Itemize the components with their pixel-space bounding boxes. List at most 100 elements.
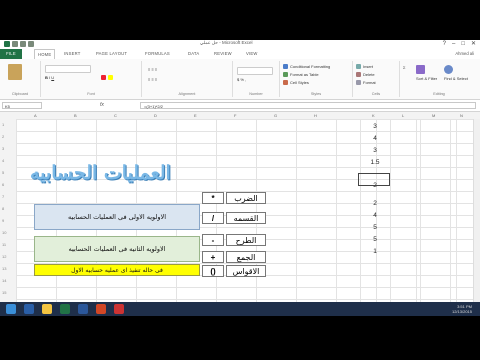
column-header[interactable]: A [34, 113, 37, 118]
row-header[interactable]: 15 [2, 290, 6, 295]
operator-symbol[interactable]: / [202, 212, 224, 224]
redo-icon[interactable] [28, 41, 34, 47]
cell-styles-button[interactable]: Cell Styles [283, 80, 309, 86]
row-header[interactable]: 12 [2, 254, 6, 259]
styles-label: Styles [310, 92, 322, 96]
column-header[interactable]: K [372, 113, 375, 118]
priority-two-description[interactable]: الاولويه الثانيه فى العمليات الحسابيه [34, 236, 200, 262]
tab-view[interactable]: VIEW [246, 51, 258, 56]
number-cell[interactable]: 1 [360, 246, 390, 258]
conditional-formatting-button[interactable]: Conditional Formatting [283, 64, 330, 70]
autosum-icon[interactable]: Σ [403, 65, 405, 70]
column-header[interactable]: F [234, 113, 236, 118]
cells-group: Insert Delete Format Cells [353, 61, 400, 97]
format-button[interactable]: Format [356, 80, 376, 86]
row-header[interactable]: 10 [2, 230, 6, 235]
word-taskbar-icon[interactable] [78, 304, 88, 314]
sort-filter-label: Sort & Filter [416, 76, 438, 81]
tab-formulas[interactable]: FORMULAS [145, 51, 170, 56]
align-icons-2[interactable]: ≡ ≡ ≡ [148, 77, 157, 82]
delete-button[interactable]: Delete [356, 72, 375, 78]
powerpoint-taskbar-icon[interactable] [96, 304, 106, 314]
formula-input[interactable]: =(3+1)*2/2 [140, 102, 476, 109]
column-header[interactable]: M [432, 113, 435, 118]
active-cell-border [358, 173, 390, 186]
column-header[interactable]: C [114, 113, 117, 118]
fx-icon[interactable]: fx [100, 102, 104, 108]
row-header[interactable]: 8 [2, 206, 4, 211]
formula-bar: K5 fx =(3+1)*2/2 [0, 100, 480, 112]
user-name[interactable]: Ahmed ali [455, 51, 474, 56]
name-box[interactable]: K5 [2, 102, 42, 109]
number-cell[interactable]: 3 [360, 121, 390, 133]
row-header[interactable]: 14 [2, 278, 6, 283]
undo-icon[interactable] [20, 41, 26, 47]
bold-button[interactable]: B I U [45, 75, 54, 80]
operator-symbol[interactable]: * [202, 192, 224, 204]
number-cell[interactable]: 2 [360, 198, 390, 210]
row-header[interactable]: 1 [2, 122, 4, 127]
paste-button[interactable] [8, 64, 24, 80]
operator-symbol[interactable]: - [202, 234, 224, 246]
number-cell[interactable]: 4 [360, 210, 390, 222]
tab-insert[interactable]: INSERT [64, 51, 80, 56]
ie-icon[interactable] [24, 304, 34, 314]
close-icon[interactable]: ✕ [471, 41, 476, 47]
tab-file[interactable]: FILE [0, 49, 22, 59]
taskbar-clock[interactable]: 3:51 PM 12/13/2015 [452, 304, 472, 314]
row-header[interactable]: 7 [2, 194, 4, 199]
row-header[interactable]: 6 [2, 182, 4, 187]
maximize-icon[interactable]: □ [461, 41, 465, 47]
number-cell[interactable]: 4 [360, 133, 390, 145]
number-cell[interactable]: 3 [360, 145, 390, 157]
column-header[interactable]: D [154, 113, 157, 118]
folder-icon[interactable] [42, 304, 52, 314]
column-header[interactable]: N [460, 113, 463, 118]
row-header[interactable]: 4 [2, 158, 4, 163]
find-select-button[interactable] [444, 65, 455, 74]
operator-name[interactable]: القسمه [226, 212, 266, 224]
start-icon[interactable] [6, 304, 16, 314]
row-header[interactable]: 9 [2, 218, 4, 223]
save-icon[interactable] [12, 41, 18, 47]
row-header[interactable]: 3 [2, 146, 4, 151]
minimize-icon[interactable]: – [452, 41, 455, 47]
operator-name[interactable]: الاقواس [226, 265, 266, 277]
insert-button[interactable]: Insert [356, 64, 373, 70]
row-header[interactable]: 2 [2, 134, 4, 139]
sort-filter-button[interactable] [416, 65, 427, 74]
column-header[interactable]: B [74, 113, 77, 118]
row-header[interactable]: 5 [2, 170, 4, 175]
currency-icon[interactable]: $ % , [237, 77, 246, 82]
operator-symbol[interactable]: + [202, 251, 224, 263]
column-header[interactable]: E [194, 113, 197, 118]
column-header[interactable]: H [314, 113, 317, 118]
operator-name[interactable]: الضرب [226, 192, 266, 204]
font-name-select[interactable] [45, 65, 93, 73]
column-header[interactable]: G [274, 113, 277, 118]
row-header[interactable]: 13 [2, 266, 6, 271]
tab-data[interactable]: DATA [188, 51, 199, 56]
column-header[interactable]: L [402, 113, 404, 118]
priority-one-description[interactable]: الاولويه الاولى فى العمليات الحسابيه [34, 204, 200, 230]
operator-name[interactable]: الطرح [226, 234, 266, 246]
font-color-icon[interactable] [101, 75, 115, 81]
row-header[interactable]: 11 [2, 242, 6, 247]
app-taskbar-icon[interactable] [114, 304, 124, 314]
window-controls: ? – □ ✕ [443, 41, 476, 47]
align-icons[interactable]: ≡ ≡ ≡ [148, 67, 157, 72]
number-cell[interactable]: 1.5 [360, 157, 390, 169]
vertical-scrollbar[interactable] [473, 119, 480, 303]
tab-review[interactable]: REVIEW [214, 51, 232, 56]
excel-taskbar-icon[interactable] [60, 304, 70, 314]
help-icon[interactable]: ? [443, 41, 446, 47]
font-label: Font [87, 92, 95, 96]
parentheses-description[interactable]: فى حاله تنفيذ اى عمليه حسابيه الاول [34, 264, 200, 276]
number-cell[interactable]: 5 [360, 234, 390, 246]
number-format-select[interactable] [237, 67, 275, 75]
operator-name[interactable]: الجمع [226, 251, 266, 263]
operator-symbol[interactable]: () [202, 265, 224, 277]
tab-page-layout[interactable]: PAGE LAYOUT [96, 51, 127, 56]
number-cell[interactable]: 5 [360, 222, 390, 234]
format-as-table-button[interactable]: Format as Table [283, 72, 319, 78]
